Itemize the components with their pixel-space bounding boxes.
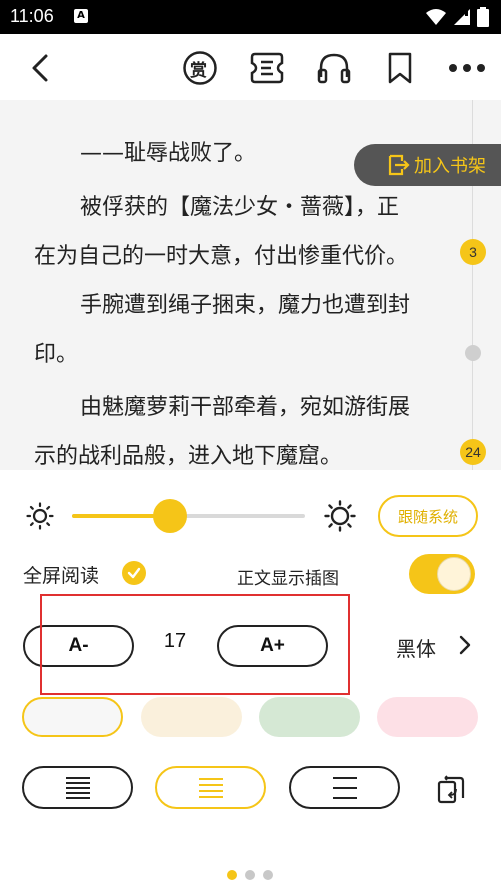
paragraph: 由魅魔萝莉干部牵着，宛如游街展 示的战利品般，进入地下魔窟。 xyxy=(34,383,438,470)
brightness-low-icon xyxy=(26,502,54,530)
text-line: 被俘获的【魔法少女・蔷薇】，正 xyxy=(80,195,400,220)
chapter-list-icon xyxy=(250,52,284,84)
back-button[interactable] xyxy=(20,48,60,88)
add-shelf-label: 加入书架 xyxy=(414,156,486,177)
brightness-slider-handle[interactable] xyxy=(152,499,187,533)
theme-swatch-pink[interactable] xyxy=(377,697,478,737)
reading-settings-panel: 跟随系统 全屏阅读 正文显示插图 A- 17 A+ 黑体 xyxy=(0,470,501,891)
reading-content[interactable]: ——耻辱战败了。 被俘获的【魔法少女・蔷薇】，正 在为自己的一时大意，付出惨重代… xyxy=(0,100,501,470)
battery-icon xyxy=(477,7,489,27)
medium-spacing-icon xyxy=(198,777,223,798)
theme-swatch-cream[interactable] xyxy=(141,697,242,737)
bookmark-button[interactable] xyxy=(380,48,420,88)
chapter-list-button[interactable] xyxy=(247,48,287,88)
panel-page-dot[interactable] xyxy=(263,870,273,880)
paragraph: 被俘获的【魔法少女・蔷薇】，正 在为自己的一时大意，付出惨重代价。 xyxy=(34,183,438,281)
text-line: 示的战利品般，进入地下魔窟。 xyxy=(34,444,343,469)
check-icon xyxy=(127,567,141,579)
status-time: 11:06 xyxy=(10,6,54,26)
listen-button[interactable] xyxy=(314,48,354,88)
paragraph-comment-badge[interactable]: 3 xyxy=(460,239,486,265)
theme-swatch-white[interactable] xyxy=(22,697,123,737)
reward-glyph: 赏 xyxy=(190,61,207,81)
panel-page-dot[interactable] xyxy=(245,870,255,880)
status-bar: 11:06 A xyxy=(0,0,501,34)
fullscreen-checkbox[interactable] xyxy=(122,561,146,585)
line-spacing-compact-button[interactable] xyxy=(22,766,133,809)
show-images-toggle[interactable] xyxy=(409,554,475,594)
panel-page-dot[interactable] xyxy=(227,870,237,880)
reward-button[interactable]: 赏 xyxy=(180,48,220,88)
loose-spacing-icon xyxy=(332,776,357,799)
follow-system-brightness-button[interactable]: 跟随系统 xyxy=(378,495,478,537)
font-family-selector[interactable]: 黑体 xyxy=(396,633,436,662)
add-to-shelf-button[interactable]: 加入书架 xyxy=(354,144,501,186)
chevron-right-icon[interactable] xyxy=(458,634,472,656)
show-images-label: 正文显示插图 xyxy=(237,569,339,589)
page-turn-mode-icon[interactable] xyxy=(434,772,468,806)
back-icon xyxy=(32,54,48,82)
add-shelf-icon xyxy=(388,154,410,176)
headphones-icon xyxy=(317,53,351,84)
theme-swatch-green[interactable] xyxy=(259,697,360,737)
status-icons xyxy=(425,7,489,27)
text-line: 手腕遭到绳子捆束，魔力也遭到封 xyxy=(80,293,411,318)
brightness-high-icon xyxy=(324,500,356,532)
line-spacing-medium-button[interactable] xyxy=(155,766,266,809)
highlight-box xyxy=(40,594,350,695)
toggle-knob xyxy=(437,557,471,591)
paragraph-comment-dot[interactable] xyxy=(465,345,481,361)
reader-toolbar: 赏 xyxy=(0,34,501,100)
more-icon xyxy=(449,64,485,72)
line-spacing-loose-button[interactable] xyxy=(289,766,400,809)
paragraph-comment-badge[interactable]: 24 xyxy=(460,439,486,465)
text-line: 在为自己的一时大意，付出惨重代价。 xyxy=(34,244,409,269)
text-line: 由魅魔萝莉干部牵着，宛如游街展 xyxy=(80,395,411,420)
brightness-slider[interactable] xyxy=(72,499,305,533)
paragraph: 手腕遭到绳子捆束，魔力也遭到封 印。 xyxy=(34,281,438,379)
more-button[interactable] xyxy=(447,48,487,88)
compact-spacing-icon xyxy=(65,776,90,799)
bookmark-icon xyxy=(388,52,412,84)
text-line: 印。 xyxy=(34,342,79,367)
notification-icon: A xyxy=(74,9,88,23)
fullscreen-reading-label: 全屏阅读 xyxy=(23,565,100,587)
signal-icon xyxy=(454,9,470,25)
wifi-icon xyxy=(426,9,446,25)
